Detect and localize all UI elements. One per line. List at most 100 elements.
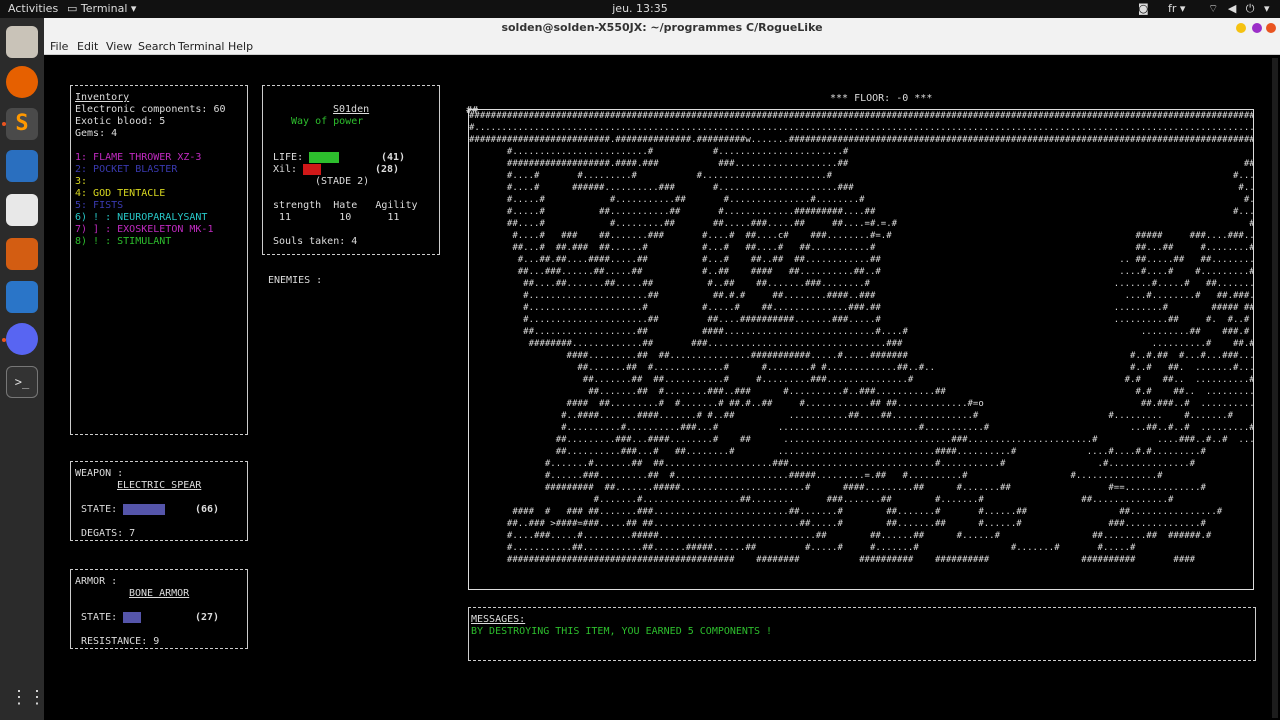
map-row: ##.........###...####........# ## ......… <box>469 435 1254 445</box>
messages-label: MESSAGES: <box>471 614 526 625</box>
firefox-icon[interactable] <box>6 66 38 98</box>
map-rows: ########################################… <box>469 110 1254 566</box>
floor-label: *** FLOOR: -0 *** <box>830 93 933 104</box>
inventory-slot: 2: POCKET BLASTER <box>75 164 178 175</box>
map-row: ########.............## ###.............… <box>469 339 1254 349</box>
souls-taken: Souls taken: 4 <box>273 236 358 247</box>
map-row: ##.......## #........###..### #.........… <box>469 387 1254 397</box>
close-button[interactable] <box>1266 23 1276 33</box>
map-row: ##.......## #.............# #........# #… <box>469 363 1254 373</box>
map-row: #..####.......####.......# #..## .......… <box>469 411 1234 421</box>
map-row: ##########################.#############… <box>469 135 1254 145</box>
map-row: #...##.##....####.....## #...# ##..## ##… <box>469 255 1254 265</box>
map-row: #.......#..................##........ ##… <box>469 495 1174 505</box>
weapon-degats: DEGATS: 7 <box>81 528 136 539</box>
maximize-button[interactable] <box>1252 23 1262 33</box>
writer-icon[interactable] <box>6 281 38 313</box>
show-applications-icon[interactable]: ⋮⋮⋮ <box>10 686 64 710</box>
inventory-slot: 4: GOD TENTACLE <box>75 188 166 199</box>
menu-view[interactable]: View <box>106 40 132 53</box>
map-row: ##.......## ##...........# #.........###… <box>469 375 1254 385</box>
map-row: #.....# ##...........## #.............##… <box>469 207 1254 217</box>
map-row: ######### ##.......#####................… <box>469 483 1206 493</box>
language-indicator[interactable]: fr ▾ <box>1168 2 1185 15</box>
stat-values: 11 10 11 <box>279 212 400 223</box>
text-editor-icon[interactable] <box>6 194 38 226</box>
map-row: #.......#.......## ##...................… <box>469 459 1196 469</box>
weapon-state-label: STATE: <box>81 504 118 515</box>
armor-state-bar <box>123 612 141 623</box>
map-row: #....# #.........# #....................… <box>469 171 1254 181</box>
discord-icon[interactable] <box>6 323 38 355</box>
map-row: ##...................## ####............… <box>469 327 1254 337</box>
scrollbar[interactable] <box>1272 58 1278 718</box>
discord-tray-icon[interactable]: ◙ <box>1138 2 1149 15</box>
inventory-slot: 1: FLAME THROWER XZ-3 <box>75 152 202 163</box>
armor-state-label: STATE: <box>81 612 118 623</box>
armor-state-value: (27) <box>195 612 220 623</box>
map-row: ###################.####.### ###........… <box>469 159 1254 169</box>
terminal-window: solden@solden-X550JX: ~/programmes C/Rog… <box>44 18 1280 720</box>
xil-label: Xil: <box>273 164 298 175</box>
life-value: (41) <box>381 152 406 163</box>
map-row: #....###.....#.........#####............… <box>469 531 1212 541</box>
map-row: #......................## ##....########… <box>469 315 1250 325</box>
map-row: #....# ### ##.......### #....# ##....c# … <box>469 231 1254 241</box>
map-row: ##....##.......##.....## #..## ##.......… <box>469 279 1254 289</box>
dock: S >_ ⋮⋮⋮ <box>0 18 64 720</box>
life-label: LIFE: <box>273 152 304 163</box>
gems-count: Gems: 4 <box>75 128 118 139</box>
menu-terminal[interactable]: Terminal <box>178 40 225 53</box>
weapon-state-value: (66) <box>195 504 220 515</box>
stat-headers: strength Hate Agility <box>273 200 418 211</box>
weapon-state-bar <box>123 504 165 515</box>
map-row: #### # ### ##.......###.................… <box>469 507 1223 517</box>
menu-bar: File Edit View Search Terminal Help <box>44 38 1280 55</box>
map-row: ########################################… <box>469 555 1196 565</box>
terminal-icon[interactable]: >_ <box>6 366 38 398</box>
map-row: #......###.........## #.................… <box>469 471 1163 481</box>
enemies-label: ENEMIES : <box>268 275 323 286</box>
player-path: Way of power <box>291 116 364 127</box>
stade-label: (STADE 2) <box>315 176 370 187</box>
map-row: #.....# #...........## #...............#… <box>469 195 1254 205</box>
window-title: solden@solden-X550JX: ~/programmes C/Rog… <box>501 21 823 34</box>
terminal-content[interactable]: Inventory Electronic components: 60 Exot… <box>44 55 1280 720</box>
impress-icon[interactable] <box>6 238 38 270</box>
map-row: ########################################… <box>469 111 1253 121</box>
clock[interactable]: jeu. 13:35 <box>0 2 1280 15</box>
inventory-title: Inventory <box>75 92 130 103</box>
menu-file[interactable]: File <box>50 40 68 53</box>
life-bar <box>309 152 339 163</box>
inventory-panel: Inventory Electronic components: 60 Exot… <box>70 85 248 435</box>
map-row: #.......................................… <box>469 123 1254 133</box>
components-count: Electronic components: 60 <box>75 104 226 115</box>
sublime-text-icon[interactable]: S <box>6 108 38 140</box>
map-row: #.........................# #...........… <box>506 147 849 157</box>
armor-panel: ARMOR : BONE ARMOR STATE: (27) RESISTANC… <box>70 569 248 649</box>
menu-help[interactable]: Help <box>228 40 253 53</box>
dungeon-map: ########################################… <box>468 109 1254 590</box>
inventory-slot: 7) ] : EXOSKELETON MK-1 <box>75 224 214 235</box>
xil-value: (28) <box>375 164 400 175</box>
map-row: ##...# ##.### ##......# #...# ##....# ##… <box>469 243 1254 253</box>
language-label: fr <box>1168 2 1177 15</box>
window-titlebar[interactable]: solden@solden-X550JX: ~/programmes C/Rog… <box>44 18 1280 38</box>
map-row: #.....................# #.....# ##......… <box>469 303 1254 313</box>
map-row: #....# ######..........### #............… <box>469 183 1254 193</box>
blood-count: Exotic blood: 5 <box>75 116 166 127</box>
map-row: ##..........###...# ##........# ........… <box>469 447 1206 457</box>
map-row: ####.........## ##...............#######… <box>469 351 1254 361</box>
map-row: #..........#..........###...# ..........… <box>469 423 1254 433</box>
inventory-slot: 8) ! : STIMULANT <box>75 236 172 247</box>
map-row: ##..### >####=###.....## ##.............… <box>469 519 1206 529</box>
map-row: #......................## ##.#.# ##.....… <box>469 291 1254 301</box>
kali-icon[interactable] <box>6 150 38 182</box>
map-row: #...........##...........##......#####..… <box>469 543 1136 553</box>
system-menu-icon[interactable]: ⌔ ◀ ⏻ ▾ <box>1208 2 1273 16</box>
files-icon[interactable] <box>6 26 38 58</box>
minimize-button[interactable] <box>1236 23 1246 33</box>
menu-edit[interactable]: Edit <box>77 40 98 53</box>
menu-search[interactable]: Search <box>138 40 176 53</box>
armor-name: BONE ARMOR <box>129 588 190 599</box>
